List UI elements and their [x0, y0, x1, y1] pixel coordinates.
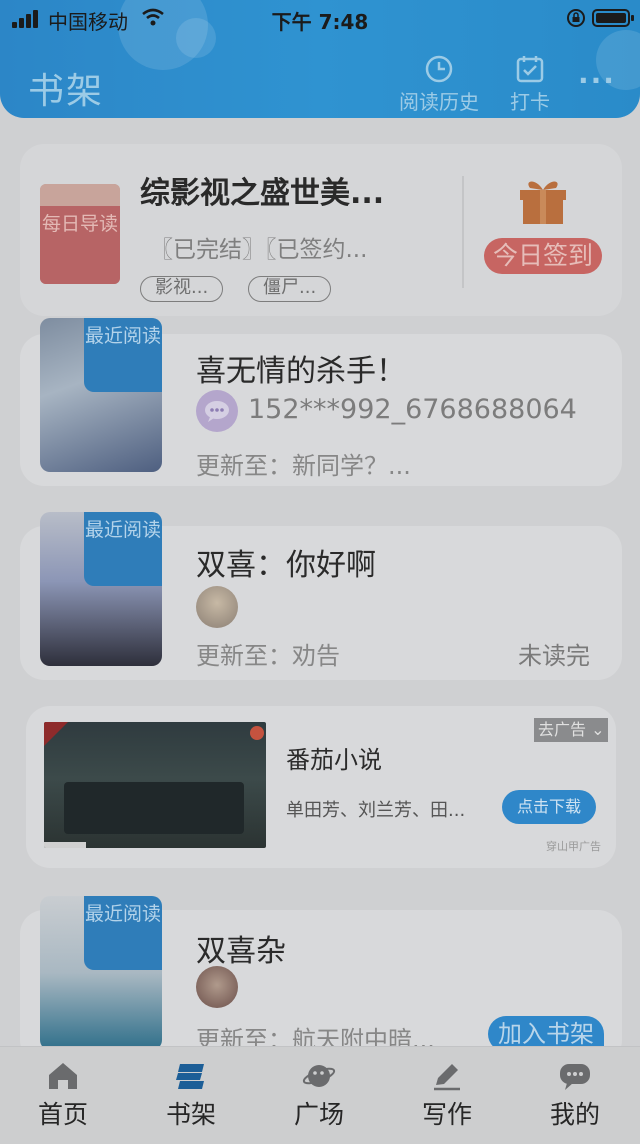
author-avatar — [196, 586, 238, 628]
tab-home[interactable]: 首页 — [8, 1061, 118, 1131]
update-status: 更新至：新同学？... — [196, 452, 411, 480]
status-bar: 中国移动 下午 7:48 — [0, 0, 640, 40]
book-title: 喜无情的杀手！ — [196, 354, 406, 389]
chat-bubble-icon — [205, 401, 229, 422]
daily-book-tags: 〖已完结〗〖已签约... — [150, 237, 368, 263]
tab-write[interactable]: 写作 — [392, 1061, 502, 1131]
reading-history-button[interactable]: 阅读历史 — [396, 54, 482, 115]
recent-read-badge: 最近阅读 — [84, 512, 162, 586]
remove-ads-button[interactable]: 去广告 ⌄ — [534, 718, 608, 742]
genre-chip[interactable]: 僵尸... — [248, 276, 332, 302]
daily-guide-badge: 每日导读 — [40, 206, 120, 284]
ad-source: 穿山甲广告 — [546, 840, 601, 853]
recent-read-badge: 最近阅读 — [84, 318, 162, 392]
tab-bookshelf[interactable]: 书架 — [136, 1061, 246, 1131]
app-header: 中国移动 下午 7:48 书架 阅读历史 打卡 ··· — [0, 0, 640, 118]
checkin-label: 打卡 — [510, 90, 550, 114]
daily-signin-button[interactable]: 今日签到 — [484, 238, 602, 274]
ad-progress — [44, 842, 86, 848]
home-icon — [49, 1063, 77, 1089]
planet-icon — [302, 1065, 336, 1087]
update-status: 更新至：劝告 — [196, 642, 340, 670]
tab-square-label: 广场 — [293, 1100, 344, 1129]
page-title: 书架 — [28, 71, 105, 112]
ad-scene-shape — [64, 782, 244, 834]
tab-mine[interactable]: 我的 — [520, 1061, 630, 1131]
more-menu-button[interactable]: ··· — [578, 64, 616, 97]
bookshelf-icon — [176, 1064, 204, 1089]
reading-history-label: 阅读历史 — [399, 90, 479, 114]
daily-book-title: 综影视之盛世美... — [140, 176, 385, 211]
remove-ads-label: 去广告 — [538, 720, 587, 739]
ad-download-button[interactable]: 点击下载 — [502, 790, 596, 824]
card-divider — [462, 176, 464, 288]
calendar-check-icon — [516, 56, 544, 83]
ad-image[interactable] — [44, 722, 266, 848]
bottom-tab-bar: 首页 书架 广场 写作 我的 — [0, 1046, 640, 1144]
tab-write-label: 写作 — [421, 1100, 472, 1129]
clock-icon — [425, 55, 453, 83]
gift-icon — [520, 181, 566, 224]
pen-icon — [434, 1064, 460, 1091]
ad-app-icon — [250, 726, 264, 740]
recent-read-badge: 最近阅读 — [84, 896, 162, 970]
unread-status: 未读完 — [518, 642, 590, 670]
rotation-lock-icon — [567, 9, 585, 27]
wechat-icon — [196, 390, 238, 432]
clock: 下午 7:48 — [271, 10, 369, 34]
book-title: 双喜杂 — [196, 934, 286, 969]
ad-description: 单田芳、刘兰芳、田... — [286, 800, 466, 821]
tab-mine-label: 我的 — [549, 1100, 600, 1129]
ad-corner-ribbon — [44, 722, 68, 746]
author-name: 152***992_6768688064 — [248, 394, 577, 425]
ad-title: 番茄小说 — [286, 746, 382, 774]
tab-bookshelf-label: 书架 — [165, 1100, 216, 1129]
book-title: 双喜：你好啊 — [196, 548, 376, 583]
battery-icon — [592, 9, 634, 27]
author-avatar — [196, 966, 238, 1008]
tab-home-label: 首页 — [37, 1100, 88, 1129]
tab-square[interactable]: 广场 — [264, 1061, 374, 1131]
checkin-button[interactable]: 打卡 — [504, 54, 556, 115]
chat-icon — [560, 1064, 590, 1090]
genre-chip[interactable]: 影视... — [140, 276, 224, 302]
